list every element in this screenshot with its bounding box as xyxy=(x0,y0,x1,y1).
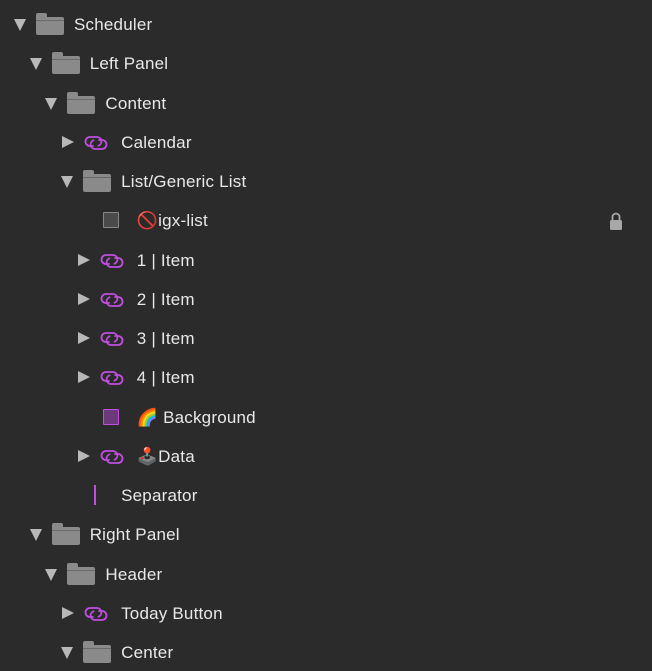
triangle-right-icon[interactable] xyxy=(77,449,90,462)
folder-icon xyxy=(83,641,112,663)
symbol-link-icon xyxy=(100,329,124,349)
layer-label: Header xyxy=(105,564,163,584)
triangle-right-icon[interactable] xyxy=(77,332,90,344)
layer-label: Today Button xyxy=(121,603,223,623)
symbol-link-icon xyxy=(100,447,124,467)
layer-row-4-item[interactable]: 4 | Item xyxy=(0,358,652,397)
layer-label: Right Panel xyxy=(89,525,180,545)
triangle-down-icon[interactable] xyxy=(29,58,42,71)
layer-row-center[interactable]: Center xyxy=(0,633,652,671)
folder-icon xyxy=(67,91,96,114)
shape-square-icon xyxy=(102,212,119,229)
triangle-right-icon[interactable] xyxy=(77,371,90,384)
symbol-link-icon xyxy=(84,133,108,153)
triangle-right-icon[interactable] xyxy=(62,606,75,619)
layer-label: 1 | Item xyxy=(136,250,195,270)
folder-icon xyxy=(67,562,96,585)
layer-label: 🚫igx-list xyxy=(136,211,208,231)
lock-icon[interactable] xyxy=(609,211,623,231)
triangle-right-icon[interactable] xyxy=(77,253,90,266)
triangle-down-icon[interactable] xyxy=(29,529,42,542)
layer-row-list-generic-list[interactable]: List/Generic List xyxy=(0,162,652,201)
layer-label: Scheduler xyxy=(74,15,153,34)
layer-label: Calendar xyxy=(121,132,192,152)
folder-icon xyxy=(36,13,64,35)
triangle-right-icon[interactable] xyxy=(77,292,90,305)
layer-row-left-panel[interactable]: Left Panel xyxy=(0,44,652,83)
shape-square-icon xyxy=(102,408,119,425)
symbol-link-icon xyxy=(100,368,124,388)
triangle-down-icon[interactable] xyxy=(14,19,26,31)
layers-tree: Scheduler Left Panel Content Calendar List/G… xyxy=(0,0,652,671)
layer-label: Left Panel xyxy=(89,54,169,74)
layer-row-data[interactable]: 🕹️Data xyxy=(0,437,652,476)
layer-row-background[interactable]: 🌈 Background xyxy=(0,398,652,437)
symbol-link-icon xyxy=(100,290,124,310)
layer-row-right-panel[interactable]: Right Panel xyxy=(0,515,652,554)
layer-row-content[interactable]: Content xyxy=(0,84,652,123)
layer-label: Center xyxy=(121,643,174,662)
symbol-link-icon xyxy=(100,251,124,271)
layer-label: 🕹️Data xyxy=(136,446,195,466)
layer-label: 3 | Item xyxy=(136,329,195,348)
layer-row-today-button[interactable]: Today Button xyxy=(0,594,652,633)
layer-label: Content xyxy=(105,93,167,113)
layer-row-separator[interactable]: Separator xyxy=(0,476,652,515)
triangle-down-icon[interactable] xyxy=(61,176,74,188)
triangle-down-icon[interactable] xyxy=(45,97,58,110)
folder-icon xyxy=(51,523,80,546)
triangle-right-icon[interactable] xyxy=(62,135,75,148)
layer-label: 🌈 Background xyxy=(136,407,256,427)
layer-row-calendar[interactable]: Calendar xyxy=(0,123,652,162)
triangle-down-icon[interactable] xyxy=(61,647,74,659)
layer-row-2-item[interactable]: 2 | Item xyxy=(0,280,652,319)
layer-label: 4 | Item xyxy=(136,368,195,388)
layer-label: Separator xyxy=(121,486,198,505)
layer-label: 2 | Item xyxy=(136,289,195,309)
layer-row-scheduler[interactable]: Scheduler xyxy=(0,5,652,44)
symbol-link-icon xyxy=(84,604,108,624)
triangle-down-icon[interactable] xyxy=(45,568,58,581)
layer-row-1-item[interactable]: 1 | Item xyxy=(0,241,652,280)
folder-icon xyxy=(51,52,80,75)
layer-label: List/Generic List xyxy=(121,172,247,191)
layer-row-3-item[interactable]: 3 | Item xyxy=(0,319,652,358)
line-separator-icon xyxy=(94,485,97,505)
folder-icon xyxy=(83,170,112,192)
layer-row-igx-list[interactable]: 🚫igx-list xyxy=(0,201,652,240)
layer-row-header[interactable]: Header xyxy=(0,555,652,594)
